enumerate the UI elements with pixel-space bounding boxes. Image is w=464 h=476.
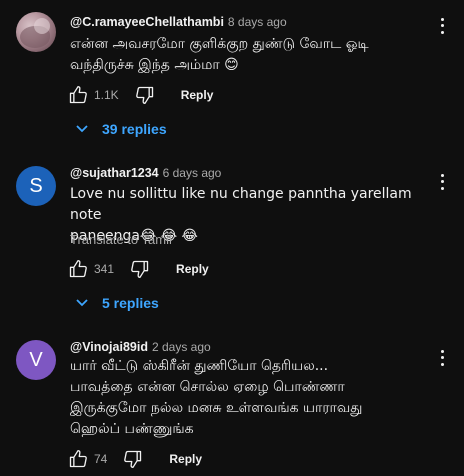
comment-header: @C.ramayeeChellathambi 8 days ago [70, 14, 287, 30]
thumbs-down-icon[interactable] [128, 257, 152, 281]
translate-link[interactable]: Translate to Tamil [70, 232, 172, 247]
more-actions-icon[interactable] [434, 348, 450, 368]
avatar-letter: S [29, 174, 43, 197]
reply-button[interactable]: Reply [181, 88, 214, 102]
comment-1: @C.ramayeeChellathambi 8 days ago என்ன அவ… [0, 0, 464, 150]
chevron-down-icon [76, 125, 88, 133]
comment-time[interactable]: 6 days ago [163, 166, 222, 180]
replies-count-label: 39 replies [102, 121, 167, 137]
comment-header: @Vinojai89id 2 days ago [70, 339, 211, 355]
thumbs-down-icon[interactable] [121, 447, 145, 471]
like-count: 1.1K [94, 88, 119, 102]
avatar[interactable]: V [16, 340, 56, 380]
like-count: 341 [94, 262, 115, 276]
thumbs-up-icon[interactable] [66, 257, 90, 281]
comment-text: என்ன அவசரமோ குளிக்குற துண்டு வோட ஓடி வந்… [70, 36, 369, 73]
comment-text: யார் வீட்டு ஸ்கிரீன் துணியோ தெரியல... பா… [70, 358, 363, 437]
comment-author[interactable]: @C.ramayeeChellathambi [70, 15, 224, 29]
comment-actions: 341 Reply [66, 257, 209, 281]
thumbs-up-icon[interactable] [66, 447, 90, 471]
comment-header: @sujathar1234 6 days ago [70, 165, 221, 181]
chevron-down-icon [76, 299, 88, 307]
comment-2: S @sujathar1234 6 days ago Love nu sollit… [0, 150, 464, 320]
more-actions-icon[interactable] [434, 172, 450, 192]
avatar[interactable] [16, 12, 56, 52]
more-actions-icon[interactable] [434, 16, 450, 36]
comment-time[interactable]: 8 days ago [228, 15, 287, 29]
view-replies-button[interactable]: 39 replies [76, 117, 167, 141]
comment-author[interactable]: @Vinojai89id [70, 340, 148, 354]
thumbs-up-icon[interactable] [66, 83, 90, 107]
comment-time[interactable]: 2 days ago [152, 340, 211, 354]
comment-actions: 1.1K Reply [66, 83, 213, 107]
avatar-photo-highlight [34, 18, 50, 34]
comment-actions: 74 Reply [66, 447, 202, 471]
comment-author[interactable]: @sujathar1234 [70, 166, 159, 180]
reply-button[interactable]: Reply [169, 452, 202, 466]
replies-count-label: 5 replies [102, 295, 159, 311]
thumbs-down-icon[interactable] [133, 83, 157, 107]
view-replies-button[interactable]: 5 replies [76, 291, 159, 315]
avatar[interactable]: S [16, 166, 56, 206]
avatar-letter: V [29, 348, 43, 371]
comment-3: V @Vinojai89id 2 days ago யார் வீட்டு ஸ்க… [0, 328, 464, 476]
reply-button[interactable]: Reply [176, 262, 209, 276]
like-count: 74 [94, 452, 108, 466]
